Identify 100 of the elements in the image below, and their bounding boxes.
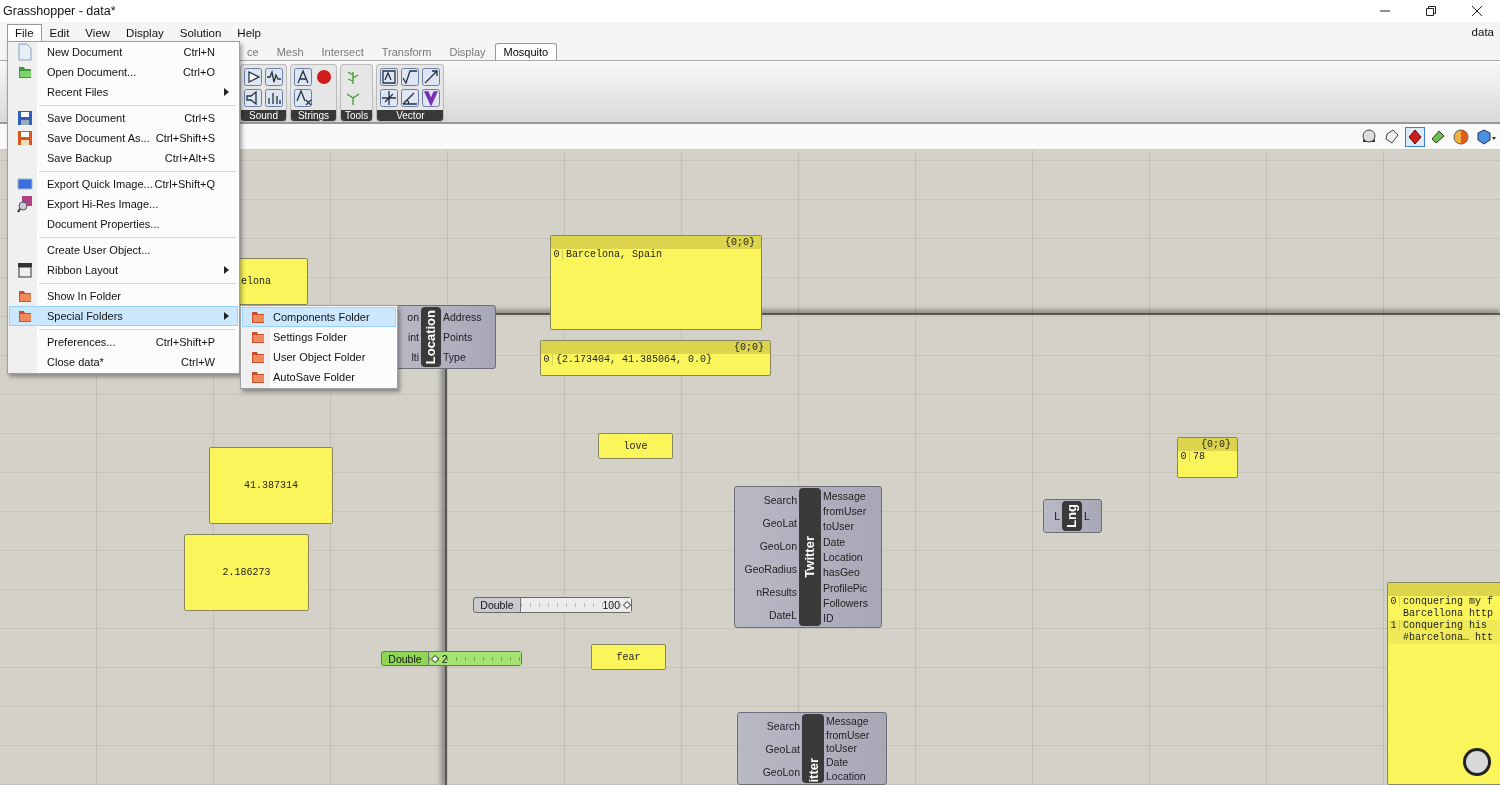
menu-item[interactable]: Ribbon Layout bbox=[9, 260, 238, 280]
output-parameter[interactable]: Date bbox=[826, 756, 849, 769]
output-parameter[interactable]: Message bbox=[826, 714, 869, 727]
input-parameter[interactable]: GeoLat bbox=[762, 516, 797, 529]
speaker-icon[interactable] bbox=[244, 89, 262, 107]
dial-icon[interactable] bbox=[1461, 746, 1493, 778]
ribbon-group-label[interactable]: Tools bbox=[341, 110, 373, 121]
menu-item[interactable]: Recent Files bbox=[9, 82, 238, 102]
axis-icon[interactable] bbox=[380, 89, 399, 107]
number-slider[interactable]: Double 100 bbox=[473, 597, 632, 613]
menu-bar-item[interactable]: Help bbox=[229, 23, 269, 41]
output-parameter[interactable]: Location bbox=[826, 770, 866, 783]
restore-icon[interactable] bbox=[1425, 5, 1437, 17]
number-slider[interactable]: Double 2 bbox=[381, 651, 522, 666]
font-icon[interactable] bbox=[294, 68, 312, 86]
chevron-icon[interactable] bbox=[422, 89, 441, 107]
ribbon-tab[interactable]: Intersect bbox=[312, 43, 373, 60]
slider-grip-icon[interactable] bbox=[623, 601, 631, 609]
ribbon-tab[interactable]: Display bbox=[440, 43, 495, 60]
input-parameter[interactable]: L bbox=[1054, 510, 1060, 522]
close-icon[interactable] bbox=[1471, 5, 1483, 17]
waveform-icon[interactable] bbox=[265, 68, 283, 86]
menu-bar-item[interactable]: View bbox=[77, 23, 119, 41]
text-panel[interactable]: fear bbox=[591, 644, 666, 670]
menu-bar-item[interactable]: Display bbox=[118, 23, 172, 41]
menu-item[interactable]: Close data* Ctrl+W bbox=[9, 352, 238, 372]
play-icon[interactable] bbox=[244, 68, 262, 86]
output-parameter[interactable]: toUser bbox=[823, 520, 854, 533]
menu-item[interactable]: Create User Object... bbox=[9, 240, 238, 260]
menu-bar-item[interactable]: Solution bbox=[171, 23, 230, 41]
output-parameter[interactable]: fromUser bbox=[826, 728, 870, 741]
ribbon-group-label[interactable]: Vector bbox=[377, 110, 444, 121]
slider-track[interactable]: 2 bbox=[429, 652, 521, 665]
data-panel[interactable]: {0;0} 0 {2.173404, 41.385064, 0.0} bbox=[540, 340, 771, 376]
ribbon-tab[interactable]: Transform bbox=[372, 43, 441, 60]
menu-item[interactable]: Components Folder bbox=[242, 307, 396, 327]
arrow-icon[interactable] bbox=[422, 68, 441, 86]
text-panel[interactable]: 41.387314 bbox=[209, 447, 333, 524]
data-panel[interactable]: {0;0} 0 Barcelona, Spain bbox=[550, 235, 762, 330]
output-parameter[interactable]: toUser bbox=[826, 742, 857, 755]
menu-item[interactable]: Save Backup Ctrl+Alt+S bbox=[9, 148, 238, 168]
data-panel[interactable]: {0;0} 0 78 bbox=[1177, 437, 1238, 478]
input-parameter[interactable]: lti bbox=[411, 351, 419, 363]
output-parameter[interactable]: Points bbox=[443, 331, 473, 343]
ribbon-tab[interactable]: Mesh bbox=[267, 43, 313, 60]
menu-item[interactable]: New Document Ctrl+N bbox=[9, 42, 238, 62]
menu-item[interactable]: Save Document As... Ctrl+Shift+S bbox=[9, 128, 238, 148]
input-parameter[interactable]: nResults bbox=[756, 585, 797, 598]
panel-text: fear bbox=[616, 651, 641, 663]
slider-grip-icon[interactable] bbox=[430, 655, 439, 663]
angle-icon[interactable] bbox=[401, 89, 420, 107]
output-parameter[interactable]: fromUser bbox=[823, 505, 867, 517]
menu-item[interactable]: Settings Folder bbox=[242, 327, 396, 347]
root-icon[interactable] bbox=[401, 68, 420, 86]
menu-bar-item[interactable]: Edit bbox=[41, 23, 78, 41]
font-delete-icon[interactable] bbox=[294, 89, 312, 107]
input-parameter[interactable]: Search bbox=[763, 493, 797, 506]
output-parameter[interactable]: Type bbox=[443, 351, 466, 363]
panel-text: 41.387314 bbox=[244, 480, 298, 491]
text-panel[interactable]: 2.186273 bbox=[184, 534, 309, 611]
ribbon-group-label[interactable]: Strings bbox=[291, 110, 336, 121]
ribbon-group-label[interactable]: Sound bbox=[241, 110, 286, 121]
menu-item[interactable]: Preferences... Ctrl+Shift+P bbox=[9, 332, 238, 352]
text-panel[interactable]: love bbox=[598, 433, 673, 459]
output-parameter[interactable]: Followers bbox=[823, 596, 868, 609]
input-parameter[interactable]: GeoLon bbox=[759, 539, 797, 552]
bar-chart-icon[interactable] bbox=[265, 89, 283, 107]
menu-item[interactable]: Document Properties... bbox=[9, 214, 238, 234]
menu-bar-item[interactable]: File bbox=[7, 23, 42, 41]
data-panel[interactable]: 0 conquering my f Barcellona http 1 Conquering his #barcelona… htt bbox=[1387, 582, 1500, 785]
menu-item[interactable]: Save Document Ctrl+S bbox=[9, 108, 238, 128]
menu-item[interactable]: Open Document... Ctrl+O bbox=[9, 62, 238, 82]
text-panel[interactable]: elona bbox=[238, 258, 308, 305]
menu-item[interactable]: Export Quick Image...Ctrl+Shift+Q bbox=[9, 174, 238, 194]
output-parameter[interactable]: hasGeo bbox=[823, 566, 860, 579]
input-parameter[interactable]: on bbox=[407, 311, 419, 323]
input-parameter[interactable]: int bbox=[407, 331, 419, 343]
output-parameter[interactable]: Location bbox=[823, 550, 863, 563]
output-parameter[interactable]: L bbox=[1084, 510, 1090, 522]
ribbon-tab[interactable]: ce bbox=[238, 43, 268, 60]
output-parameter[interactable]: ProfilePic bbox=[823, 581, 868, 594]
input-parameter[interactable]: GeoRadius bbox=[744, 562, 797, 575]
preview-mode-button[interactable] bbox=[1405, 126, 1425, 147]
menu-item[interactable]: User Object Folder bbox=[242, 347, 396, 367]
slider-track[interactable]: 100 bbox=[521, 598, 631, 612]
input-parameter[interactable]: GeoLat bbox=[765, 742, 800, 755]
ribbon-tab[interactable]: Mosquito bbox=[494, 43, 558, 60]
menu-item[interactable]: Export Hi-Res Image... bbox=[9, 194, 238, 214]
menu-item[interactable]: Special Folders bbox=[9, 306, 238, 326]
input-parameter[interactable]: Search bbox=[766, 719, 800, 732]
output-parameter[interactable]: ID bbox=[823, 612, 834, 625]
input-parameter[interactable]: GeoLon bbox=[762, 765, 800, 778]
menu-item[interactable]: Show In Folder bbox=[9, 286, 238, 306]
record-icon[interactable] bbox=[315, 68, 333, 86]
component-node[interactable]: L Lng L bbox=[1043, 499, 1102, 533]
menu-item[interactable]: AutoSave Folder bbox=[242, 367, 396, 387]
output-parameter[interactable]: Message bbox=[823, 489, 866, 502]
input-parameter[interactable]: DateL bbox=[768, 608, 797, 621]
output-parameter[interactable]: Date bbox=[823, 535, 846, 548]
output-parameter[interactable]: Address bbox=[443, 311, 482, 323]
